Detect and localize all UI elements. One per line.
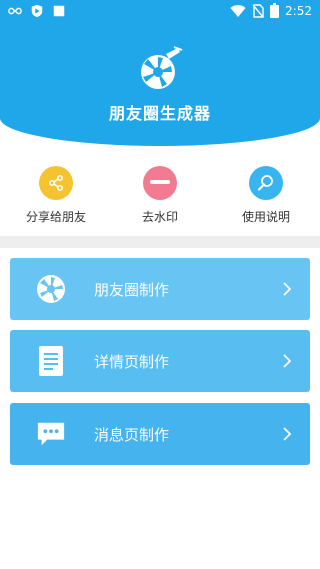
section-divider [0, 236, 320, 248]
app-header: 2:52 朋友圈生成器 [0, 0, 320, 146]
share-icon [39, 166, 73, 200]
no-sim-icon [252, 3, 264, 18]
quick-action-label: 去水印 [141, 210, 178, 224]
square-icon [53, 5, 65, 17]
card-label: 朋友圈制作 [94, 280, 170, 299]
chevron-right-icon [283, 282, 292, 296]
wifi-icon [230, 4, 246, 17]
search-icon [249, 166, 283, 200]
status-time: 2:52 [285, 3, 312, 18]
chevron-right-icon [283, 427, 292, 441]
detail-page-maker-card[interactable]: 详情页制作 [10, 330, 310, 392]
card-label: 消息页制作 [94, 425, 170, 444]
remove-watermark-button[interactable]: 去水印 [110, 166, 210, 225]
quick-action-label: 分享给朋友 [25, 210, 86, 224]
minus-icon [143, 166, 177, 200]
moments-maker-card[interactable]: 朋友圈制作 [10, 258, 310, 320]
card-label: 详情页制作 [94, 352, 170, 371]
message-page-maker-card[interactable]: 消息页制作 [10, 403, 310, 465]
infinity-icon [8, 7, 22, 15]
app-title: 朋友圈生成器 [108, 104, 211, 123]
aperture-pen-icon [141, 46, 183, 89]
document-icon [36, 346, 66, 376]
status-bar: 2:52 [0, 0, 320, 24]
chat-icon [36, 419, 66, 449]
battery-icon [270, 3, 280, 18]
aperture-icon [36, 274, 66, 304]
quick-action-label: 使用说明 [241, 210, 290, 224]
instructions-button[interactable]: 使用说明 [216, 166, 316, 225]
quick-actions: 分享给朋友 去水印 使用说明 [0, 160, 320, 230]
share-to-friends-button[interactable]: 分享给朋友 [6, 166, 106, 225]
chevron-right-icon [283, 354, 292, 368]
shield-icon [31, 4, 43, 18]
